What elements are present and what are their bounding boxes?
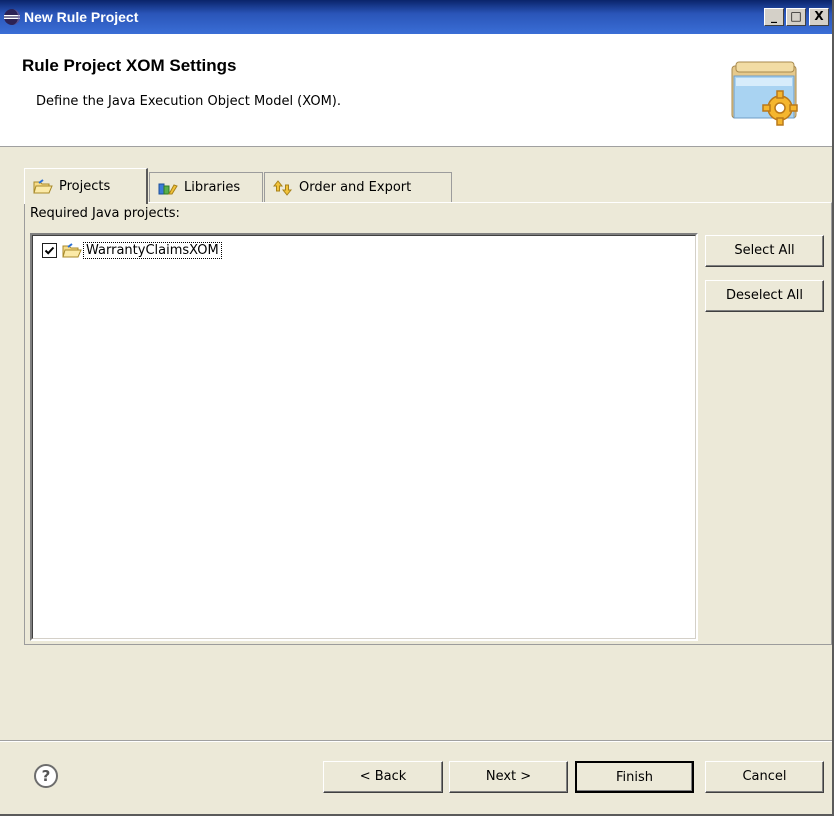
finish-button[interactable]: Finish xyxy=(575,761,694,793)
minimize-button[interactable]: _ xyxy=(764,8,784,26)
list-item[interactable]: WarrantyClaimsXOM xyxy=(42,242,222,259)
project-folder-icon xyxy=(62,242,82,259)
wizard-header: Rule Project XOM Settings Define the Jav… xyxy=(0,34,832,147)
help-icon[interactable]: ? xyxy=(34,764,58,788)
eclipse-app-icon xyxy=(3,8,21,26)
required-projects-label: Required Java projects: xyxy=(30,206,180,221)
projects-list[interactable]: WarrantyClaimsXOM xyxy=(30,233,698,641)
page-title: Rule Project XOM Settings xyxy=(22,56,237,75)
close-button[interactable]: X xyxy=(809,8,829,26)
page-description: Define the Java Execution Object Model (… xyxy=(36,94,341,109)
order-arrows-icon xyxy=(273,179,293,196)
tab-libraries[interactable]: Libraries xyxy=(149,172,263,202)
tab-order-and-export[interactable]: Order and Export xyxy=(264,172,452,202)
tab-projects-label: Projects xyxy=(59,179,111,194)
select-all-button[interactable]: Select All xyxy=(705,235,824,267)
window-title: New Rule Project xyxy=(24,9,139,25)
maximize-button[interactable]: □ xyxy=(786,8,806,26)
folder-open-icon xyxy=(33,178,53,195)
tab-libraries-label: Libraries xyxy=(184,180,241,195)
project-label: WarrantyClaimsXOM xyxy=(83,242,222,259)
wizard-settings-icon xyxy=(726,52,808,135)
next-button[interactable]: Next > xyxy=(449,761,568,793)
cancel-button[interactable]: Cancel xyxy=(705,761,824,793)
tab-projects[interactable]: Projects xyxy=(24,168,148,204)
tab-order-and-export-label: Order and Export xyxy=(299,180,412,195)
footer-separator xyxy=(0,740,832,742)
deselect-all-button[interactable]: Deselect All xyxy=(705,280,824,312)
project-checkbox[interactable] xyxy=(42,243,57,258)
back-button[interactable]: < Back xyxy=(323,761,443,793)
new-rule-project-dialog: New Rule Project _ □ X Rule Project XOM … xyxy=(0,0,834,816)
library-books-icon xyxy=(158,181,178,195)
title-bar[interactable]: New Rule Project _ □ X xyxy=(0,0,832,34)
